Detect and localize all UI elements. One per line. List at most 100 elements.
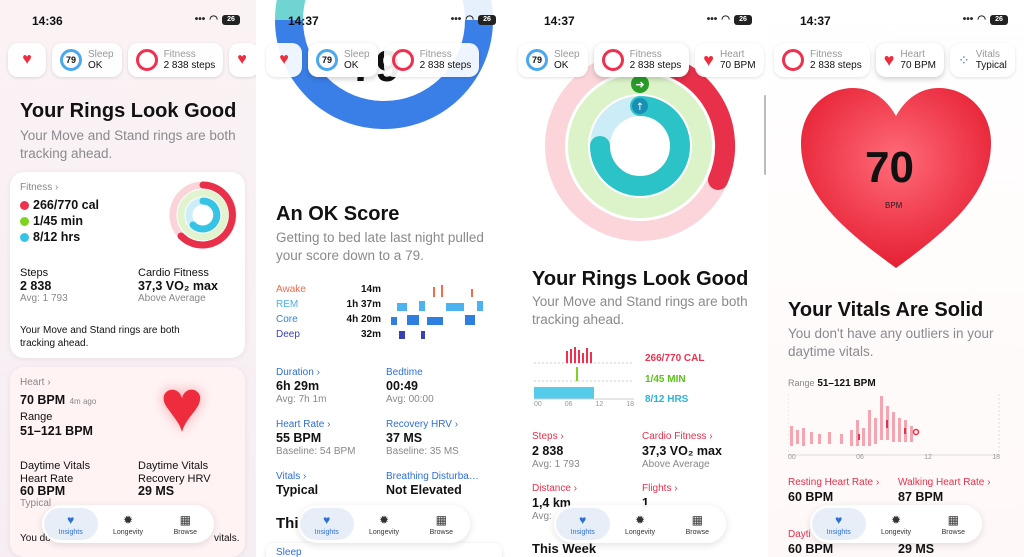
chip-heart[interactable]: ♥ [8,43,46,77]
vitals-block[interactable]: Vitals › Typical [276,470,318,497]
card-header[interactable]: Fitness › [20,182,58,193]
chip-value: OK [344,60,359,71]
chip-fitness[interactable]: Fitness 2 838 steps [383,43,480,77]
chip-label: Sleep [554,49,580,60]
activity-rings-icon [601,49,624,71]
hrv-block[interactable]: Recovery HRV › 37 MS Baseline: 35 MS [386,418,459,459]
longevity-icon: ✹ [890,512,902,527]
chip-label: Fitness [810,49,843,60]
move-stat: 266/770 CAL [645,353,705,364]
chip-vitals[interactable]: ⁘ Vitals Typical [949,43,1015,77]
bedtime-block[interactable]: Bedtime 00:49 Avg: 00:00 [386,366,434,407]
tab-insights[interactable]: ♥ Insights [299,508,354,540]
sleep-row[interactable]: Sleep [266,543,502,557]
chip-label: Fitness [629,49,662,60]
category-chips: Fitness 2 838 steps ♥ Heart 70 BPM ⁘ Vital… [774,43,1015,77]
chip-value: Typical [975,60,1007,71]
footer-right: vitals. [214,533,240,544]
fitness-card[interactable]: Fitness › 266/770 cal 1/45 min 8/12 hrs … [10,172,245,358]
chip-heart[interactable]: ♥ Heart 70 BPM [875,43,944,77]
chip-label: Fitness [419,49,452,60]
category-chips: 79 Sleep OK Fitness 2 838 steps ♥ Heart 70 … [518,43,764,77]
resting-hr-block[interactable]: Resting Heart Rate › 60 BPM [788,476,879,504]
battery-icon: 26 [734,14,752,25]
activity-rings [169,181,237,249]
chip-sleep[interactable]: 79 Sleep OK [518,43,588,77]
signal-icon: ••• [706,14,718,25]
heart-icon: ♥ [67,512,75,527]
card-header[interactable]: Heart › [20,377,51,388]
chip-value: 70 BPM [900,60,936,71]
chip-heart-2[interactable]: ♥ [229,43,256,77]
cardio-block: Cardio Fitness 37,3 VO₂ max Above Averag… [138,267,218,304]
chip-heart[interactable]: ♥ Heart 70 BPM [695,43,764,77]
tab-longevity[interactable]: ✹ Longevity [613,508,667,540]
wifi-icon: ◠ [977,14,986,25]
grid-icon: ▦ [435,512,447,527]
sleep-score-icon: 79 [526,49,548,71]
tab-insights[interactable]: ♥ Insights [811,508,866,540]
duration-block[interactable]: Duration › 6h 29m Avg: 7h 1m [276,366,326,407]
chip-value: 2 838 steps [629,60,682,71]
status-time: 14:37 [288,14,319,28]
sleep-score-icon: 79 [316,49,338,71]
activity-rings-icon [782,49,804,71]
walking-hr-block[interactable]: Walking Heart Rate › 87 BPM [898,476,990,504]
panel-fitness-overview: 14:36 ••• ◠ 26 ♥ 79 Sleep OK Fitness 2 838… [0,0,256,557]
chip-sleep[interactable]: 79 Sleep OK [308,43,378,77]
vitals-icon: ⁘ [957,51,970,68]
status-time: 14:36 [32,14,63,28]
chip-heart[interactable]: ♥ [266,43,302,77]
heart-icon: ♥ [835,512,843,527]
chip-label: Sleep [344,49,370,60]
heart-bpm: 70 BPM [20,393,66,407]
longevity-icon: ✹ [634,512,646,527]
activity-rings-icon [391,49,414,71]
tab-longevity[interactable]: ✹ Longevity [101,508,155,540]
chip-label: Fitness [163,49,196,60]
svg-text:➜: ➜ [635,78,644,91]
move-stat: 266/770 cal [20,197,99,213]
chip-fitness[interactable]: Fitness 2 838 steps [127,43,224,77]
chip-fitness[interactable]: Fitness 2 838 steps [593,43,690,77]
page-title: Your Rings Look Good [20,100,237,122]
tab-browse[interactable]: ▦ Browse [926,508,980,540]
tab-browse[interactable]: ▦ Browse [670,508,724,540]
section-peek: Thi [276,515,299,532]
longevity-icon: ✹ [378,512,390,527]
page-subtitle: Your Move and Stand rings are both track… [532,294,748,327]
status-icons: ••• ◠ 26 [195,14,240,25]
heart-graphic: ♥ [160,364,204,447]
cardio-block[interactable]: Cardio Fitness › 37,3 VO₂ max Above Aver… [642,430,722,472]
steps-block[interactable]: Steps › 2 838 Avg: 1 793 [532,430,580,472]
chip-label: Vitals [975,49,1000,60]
chip-value: 2 838 steps [419,60,472,71]
sleep-score-icon: 79 [60,49,82,71]
svg-text:↑: ↑ [636,102,644,113]
tab-longevity[interactable]: ✹ Longevity [869,508,923,540]
page-subtitle: Your Move and Stand rings are both track… [20,128,236,161]
heart-rate-block[interactable]: Heart Rate › 55 BPM Baseline: 54 BPM [276,418,356,459]
longevity-icon: ✹ [122,512,134,527]
grid-icon: ▦ [691,512,703,527]
heart-icon: ♥ [323,512,331,527]
stage-row: Awake 14m [276,284,381,295]
tab-browse[interactable]: ▦ Browse [414,508,468,540]
category-chips: ♥ 79 Sleep OK Fitness 2 838 steps ♥ [8,43,256,77]
page-title: Your Vitals Are Solid [788,299,984,321]
tab-longevity[interactable]: ✹ Longevity [357,508,411,540]
status-icons: ••• ◠ 26 [451,14,496,25]
steps-block: Steps 2 838 Avg: 1 793 [20,267,68,304]
heart-icon: ♥ [237,51,247,68]
wifi-icon: ◠ [721,14,730,25]
tab-browse[interactable]: ▦ Browse [158,508,212,540]
tab-insights[interactable]: ♥ Insights [43,508,98,540]
chip-fitness[interactable]: Fitness 2 838 steps [774,43,870,77]
bpm-unit: BPM [885,201,903,210]
breathing-block[interactable]: Breathing Disturba… Not Elevated [386,470,479,497]
panel-fitness-detail: 14:37 ••• ◠ 26 ➜ ↑ 79 Sleep OK Fitness 2 8… [512,0,768,557]
tab-insights[interactable]: ♥ Insights [555,508,610,540]
status-time: 14:37 [800,14,831,28]
stand-stat: 8/12 hrs [20,229,99,245]
chip-sleep[interactable]: 79 Sleep OK [52,43,122,77]
